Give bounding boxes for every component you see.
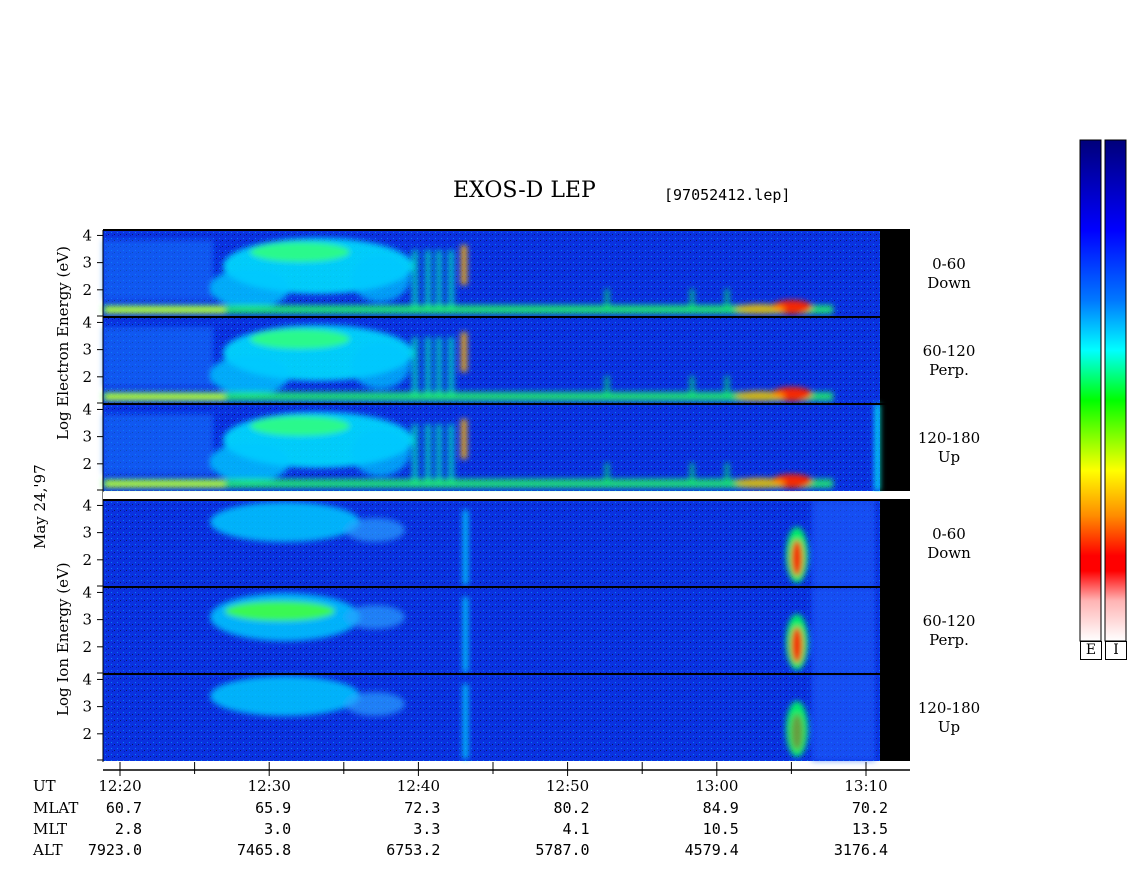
colorbar bbox=[1079, 139, 1102, 642]
pitch-angle-range: 0-60 bbox=[932, 525, 966, 543]
y-tick-label: 2 bbox=[82, 455, 92, 473]
mlt-value: 13.5 bbox=[851, 820, 888, 838]
mlat-value: 80.2 bbox=[553, 799, 590, 817]
y-tick-label: 3 bbox=[82, 698, 92, 716]
alt-value: 5787.0 bbox=[535, 841, 590, 859]
mlat-value: 72.3 bbox=[404, 799, 441, 817]
pitch-angle-range: 0-60 bbox=[932, 255, 966, 273]
ion-axis-label: Log Ion Energy (eV) bbox=[54, 562, 72, 716]
pitch-angle-label: 0-60 Down bbox=[904, 255, 994, 293]
mlat-value: 60.7 bbox=[105, 799, 142, 817]
pitch-angle-direction: Perp. bbox=[929, 361, 969, 379]
ut-tick-label: 12:40 bbox=[396, 777, 441, 795]
y-tick-label: 4 bbox=[82, 670, 92, 688]
electron-axis-label: Log Electron Energy (eV) bbox=[54, 246, 72, 440]
y-tick-label: 3 bbox=[82, 254, 92, 272]
pitch-angle-label: 120-180 Up bbox=[904, 699, 994, 737]
axis-row-name: ALT bbox=[33, 841, 63, 859]
y-tick-label: 2 bbox=[82, 281, 92, 299]
alt-value: 7923.0 bbox=[87, 841, 142, 859]
y-tick-label: 2 bbox=[82, 551, 92, 569]
y-tick-label: 4 bbox=[82, 496, 92, 514]
y-tick-label: 2 bbox=[82, 725, 92, 743]
spectrogram-panel: 4 3 2 bbox=[82, 226, 910, 317]
alt-value: 3176.4 bbox=[833, 841, 888, 859]
pitch-angle-direction: Down bbox=[927, 274, 971, 292]
pitch-angle-label: 60-120 Perp. bbox=[904, 342, 994, 380]
pitch-angle-direction: Up bbox=[937, 718, 961, 736]
mlt-value: 2.8 bbox=[114, 820, 142, 838]
ut-tick-label: 12:50 bbox=[545, 777, 590, 795]
spectrogram-figure: EXOS-D LEP [97052412.lep] 4 3 2 4 3 2 4 … bbox=[0, 0, 1130, 875]
pitch-angle-label: 120-180 Up bbox=[904, 429, 994, 467]
alt-value: 4579.4 bbox=[684, 841, 739, 859]
ut-tick-label: 13:10 bbox=[844, 777, 888, 795]
mlt-value: 4.1 bbox=[562, 820, 590, 838]
mlt-value: 10.5 bbox=[702, 820, 739, 838]
ut-tick-label: 12:30 bbox=[247, 777, 291, 795]
panel-noise bbox=[103, 317, 880, 404]
spectrogram-panel: 4 3 2 bbox=[82, 670, 910, 761]
y-tick-label: 4 bbox=[82, 226, 92, 244]
alt-value: 7465.8 bbox=[237, 841, 292, 859]
date-label: May 24,'97 bbox=[31, 464, 49, 549]
pitch-angle-range: 120-180 bbox=[917, 699, 981, 717]
y-tick-label: 3 bbox=[82, 611, 92, 629]
spectrogram-panel: 4 3 2 bbox=[82, 400, 910, 491]
panel-noise bbox=[103, 587, 880, 674]
pitch-angle-direction: Up bbox=[937, 448, 961, 466]
axis-row-name: UT bbox=[33, 777, 56, 795]
y-tick-label: 3 bbox=[82, 341, 92, 359]
mlt-value: 3.3 bbox=[413, 820, 441, 838]
panel-noise bbox=[103, 230, 880, 317]
colorbar-label: E bbox=[1080, 641, 1102, 660]
panel-noise bbox=[103, 404, 880, 491]
spectrogram-panel: 4 3 2 bbox=[82, 496, 910, 587]
y-tick-label: 2 bbox=[82, 638, 92, 656]
spectrogram-panel: 4 3 2 bbox=[82, 313, 910, 404]
mlat-value: 65.9 bbox=[255, 799, 292, 817]
colorbar-label: I bbox=[1105, 641, 1127, 660]
y-tick-label: 4 bbox=[82, 583, 92, 601]
ut-tick-label: 13:00 bbox=[695, 777, 739, 795]
pitch-angle-range: 60-120 bbox=[922, 612, 976, 630]
pitch-angle-direction: Perp. bbox=[929, 631, 969, 649]
y-tick-label: 2 bbox=[82, 368, 92, 386]
alt-value: 6753.2 bbox=[386, 841, 441, 859]
y-tick-label: 3 bbox=[82, 524, 92, 542]
mlt-value: 3.0 bbox=[264, 820, 292, 838]
pitch-angle-range: 120-180 bbox=[917, 429, 981, 447]
pitch-angle-range: 60-120 bbox=[922, 342, 976, 360]
pitch-angle-direction: Down bbox=[927, 544, 971, 562]
pitch-angle-label: 60-120 Perp. bbox=[904, 612, 994, 650]
axis-row-name: MLAT bbox=[33, 799, 79, 817]
spectrogram-panel: 4 3 2 bbox=[82, 583, 910, 674]
ut-tick-label: 12:20 bbox=[98, 777, 142, 795]
mlat-value: 70.2 bbox=[851, 799, 888, 817]
species-gap bbox=[103, 492, 910, 499]
colorbar bbox=[1104, 139, 1127, 642]
y-tick-label: 4 bbox=[82, 400, 92, 418]
mlat-value: 84.9 bbox=[702, 799, 739, 817]
y-tick-label: 3 bbox=[82, 428, 92, 446]
y-tick-label: 4 bbox=[82, 313, 92, 331]
pitch-angle-label: 0-60 Down bbox=[904, 525, 994, 563]
axis-row-name: MLT bbox=[33, 820, 68, 838]
